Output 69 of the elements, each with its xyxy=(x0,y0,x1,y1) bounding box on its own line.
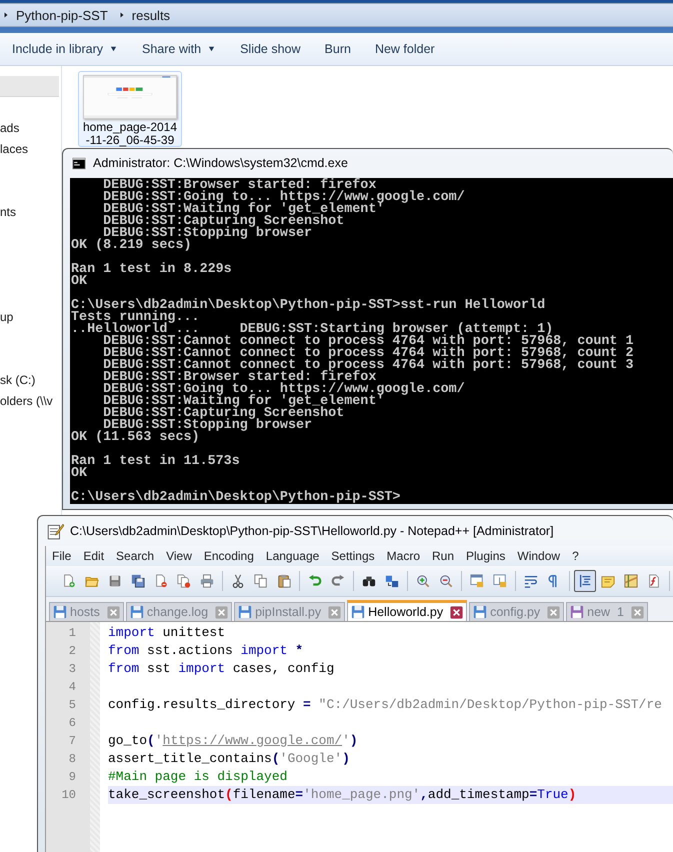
console-line: DEBUG:SST:Waiting for 'get_element' xyxy=(102,204,384,216)
line-number: 9 xyxy=(68,769,77,786)
console-line: OK (11.563 secs) xyxy=(71,432,200,444)
code-line: #Main page is displayed xyxy=(108,768,288,786)
console-line: DEBUG:SST:Stopping browser xyxy=(103,228,314,240)
sidebar-row-highlight xyxy=(0,76,59,97)
console-line: OK xyxy=(71,468,88,480)
line-number: 10 xyxy=(60,787,77,804)
console-line: Ran 1 test in 8.229s xyxy=(71,264,233,276)
line-number: 8 xyxy=(68,751,77,768)
console-line: C:\Users\db2admin\Desktop\Python-pip-SST> xyxy=(71,492,402,504)
code-line: config.results_directory = "C:/Users/db2admin/Desktop/Python-pip-SST/re xyxy=(108,696,662,714)
menu-item[interactable]: Search xyxy=(110,549,160,563)
menu-item[interactable]: Edit xyxy=(77,549,110,563)
toolbar-button[interactable]: Burn xyxy=(314,38,361,60)
toolbar-button[interactable]: Slide show xyxy=(230,38,311,60)
code-line: go_to('https://www.google.com/') xyxy=(108,732,358,750)
chevron-icon[interactable] xyxy=(118,10,126,20)
toolbar-button[interactable]: Include in library xyxy=(2,38,128,60)
menu-item[interactable]: Language xyxy=(260,549,326,563)
close-icon[interactable] xyxy=(450,606,464,618)
console-line: DEBUG:SST:Waiting for 'get_element' xyxy=(102,396,384,408)
toolbar-button[interactable]: Share with xyxy=(132,38,226,60)
line-number: 5 xyxy=(68,697,77,714)
menu-item[interactable]: ? xyxy=(566,549,585,563)
file-tab[interactable]: Helloworld.py xyxy=(347,600,468,621)
menu-item[interactable]: Encoding xyxy=(198,549,260,563)
console-line: C:\Users\db2admin\Desktop\Python-pip-SST>sst-run Helloworld xyxy=(71,300,546,312)
window-title: C:\Users\db2admin\Desktop\Python-pip-SST\Helloworld.py - Notepad++ [Administrator] xyxy=(70,524,554,538)
menu-item[interactable]: File xyxy=(46,549,78,563)
line-number: 3 xyxy=(68,661,77,678)
sidebar-item[interactable]: olders (\\v xyxy=(0,391,61,412)
code-line: import unittest xyxy=(108,624,226,642)
line-number: 1 xyxy=(68,625,77,642)
console-icon xyxy=(71,156,87,170)
console-line: OK (8.219 secs) xyxy=(71,240,192,252)
menu-item[interactable]: Window xyxy=(511,549,566,563)
indent-guide-icon[interactable] xyxy=(574,570,596,592)
notepad-icon xyxy=(46,522,64,540)
console-line: Ran 1 test in 11.573s xyxy=(71,456,241,468)
address-bar[interactable]: Python-pip-SST results xyxy=(0,3,673,27)
code-line: from sst.actions import * xyxy=(108,642,304,660)
sidebar-item[interactable]: ads xyxy=(0,118,61,139)
sidebar-item[interactable]: up xyxy=(0,307,61,328)
chevron-icon[interactable] xyxy=(2,10,10,20)
breadcrumb-item[interactable]: results xyxy=(132,8,170,22)
thumbnail-tile[interactable]: home_page-2014 -11-26_06-45-39 xyxy=(78,71,182,147)
file-name: -11-26_06-45-39 xyxy=(86,134,174,146)
menu-item[interactable]: Run xyxy=(426,549,460,563)
code-editor[interactable] xyxy=(46,621,673,852)
window-title: Administrator: C:\Windows\system32\cmd.exe xyxy=(93,156,348,170)
menu-item[interactable]: Settings xyxy=(325,549,381,563)
sidebar-item[interactable]: sk (C:) xyxy=(0,370,61,391)
sidebar-item[interactable]: laces xyxy=(0,139,61,160)
sidebar-item[interactable]: nts xyxy=(0,202,61,223)
console-line: OK xyxy=(71,276,88,288)
menu-item[interactable]: View xyxy=(160,549,198,563)
line-number: 4 xyxy=(68,679,77,696)
line-number: 6 xyxy=(68,715,77,732)
console-line: DEBUG:SST:Stopping browser xyxy=(103,420,314,432)
line-number: 2 xyxy=(68,643,77,660)
menu-item[interactable]: Macro xyxy=(380,549,426,563)
menu-item[interactable]: Plugins xyxy=(460,549,512,563)
code-line: from sst import cases, config xyxy=(108,660,334,678)
code-line: assert_title_contains('Google') xyxy=(108,750,350,768)
toolbar-button[interactable]: New folder xyxy=(364,38,445,60)
breadcrumb-item[interactable]: Python-pip-SST xyxy=(16,8,108,22)
file-name: home_page-2014 xyxy=(82,121,178,134)
line-number: 7 xyxy=(68,733,77,750)
